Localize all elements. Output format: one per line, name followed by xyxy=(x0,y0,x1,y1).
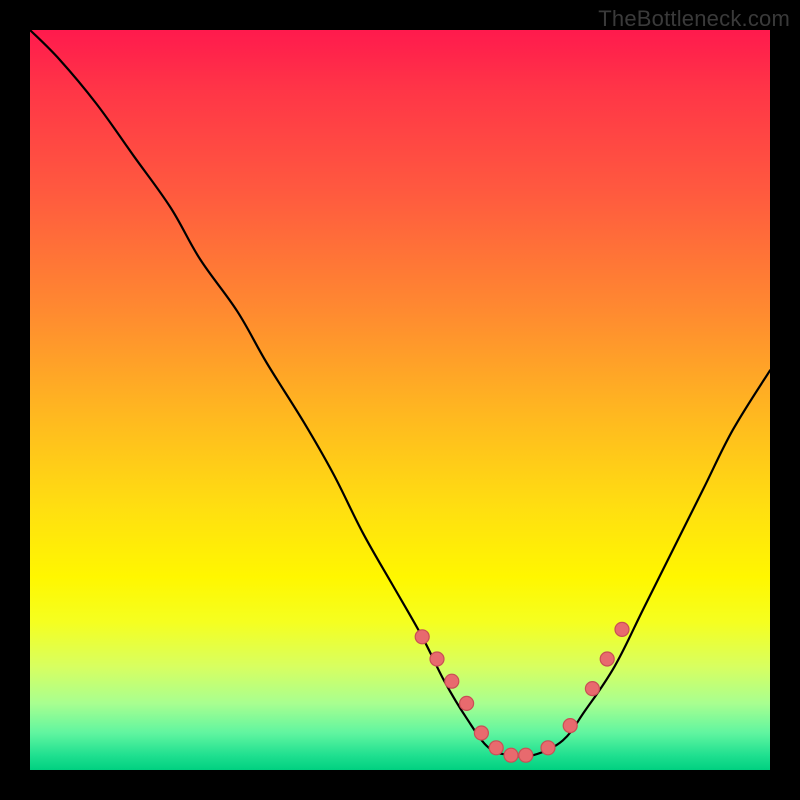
highlight-dot xyxy=(445,674,459,688)
highlight-dot xyxy=(415,630,429,644)
highlight-dot xyxy=(600,652,614,666)
watermark-text: TheBottleneck.com xyxy=(598,6,790,32)
highlight-dot xyxy=(585,682,599,696)
highlight-dot xyxy=(519,748,533,762)
highlight-dot xyxy=(474,726,488,740)
bottleneck-curve xyxy=(30,30,770,757)
highlight-dot xyxy=(430,652,444,666)
highlight-dot xyxy=(460,696,474,710)
highlight-dot xyxy=(489,741,503,755)
highlight-dot xyxy=(563,719,577,733)
highlight-dot xyxy=(541,741,555,755)
highlight-dot xyxy=(504,748,518,762)
highlight-dot xyxy=(615,622,629,636)
near-optimal-dots xyxy=(415,622,629,762)
chart-svg xyxy=(30,30,770,770)
